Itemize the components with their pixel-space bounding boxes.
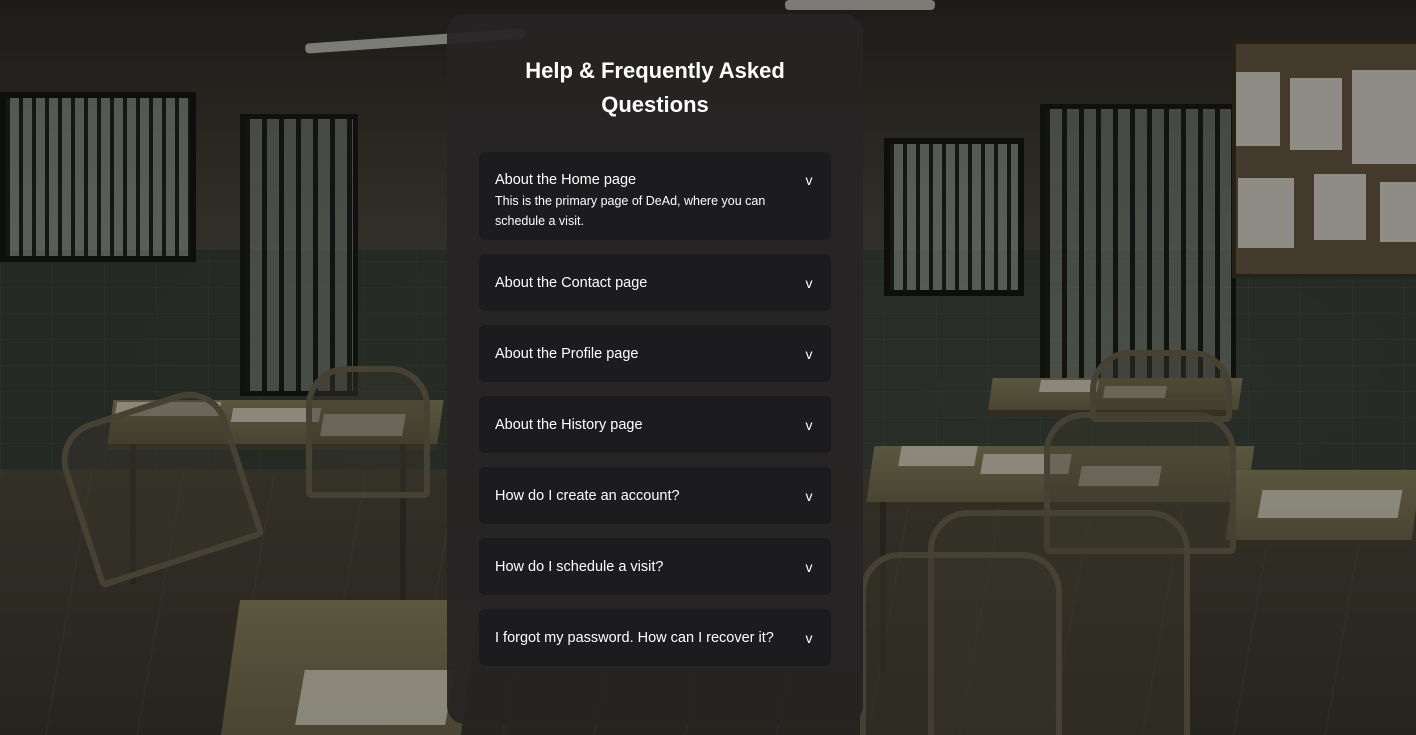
- chevron-down-icon: v: [805, 274, 813, 291]
- faq-item-history: About the History page v: [479, 396, 831, 453]
- faq-question: How do I schedule a visit?: [495, 558, 664, 575]
- faq-question: About the Contact page: [495, 274, 648, 291]
- faq-toggle-contact[interactable]: About the Contact page v: [495, 254, 815, 311]
- chevron-down-icon: v: [805, 345, 813, 362]
- faq-list: About the Home page v This is the primar…: [479, 152, 831, 666]
- chevron-down-icon: v: [805, 629, 813, 646]
- page-title: Help & Frequently Asked Questions: [525, 58, 785, 117]
- chevron-down-icon: v: [805, 487, 813, 504]
- faq-toggle-forgot-password[interactable]: I forgot my password. How can I recover …: [495, 609, 815, 666]
- faq-toggle-profile[interactable]: About the Profile page v: [495, 325, 815, 382]
- faq-item-contact: About the Contact page v: [479, 254, 831, 311]
- chevron-down-icon: v: [805, 416, 813, 433]
- chevron-down-icon: v: [805, 558, 813, 575]
- faq-question: About the History page: [495, 416, 643, 433]
- faq-item-create-account: How do I create an account? v: [479, 467, 831, 524]
- faq-panel: Help & Frequently Asked Questions About …: [447, 14, 863, 724]
- faq-toggle-schedule-visit[interactable]: How do I schedule a visit? v: [495, 538, 815, 595]
- faq-item-forgot-password: I forgot my password. How can I recover …: [479, 609, 831, 666]
- faq-item-profile: About the Profile page v: [479, 325, 831, 382]
- faq-question: How do I create an account?: [495, 487, 680, 504]
- faq-question: I forgot my password. How can I recover …: [495, 629, 774, 646]
- faq-question: About the Profile page: [495, 345, 639, 362]
- faq-question: About the Home page: [495, 172, 637, 188]
- faq-toggle-history[interactable]: About the History page v: [495, 396, 815, 453]
- faq-item-home: About the Home page v This is the primar…: [479, 152, 831, 240]
- faq-item-schedule-visit: How do I schedule a visit? v: [479, 538, 831, 595]
- faq-toggle-create-account[interactable]: How do I create an account? v: [495, 467, 815, 524]
- faq-answer: This is the primary page of DeAd, where …: [495, 194, 766, 228]
- chevron-down-icon: v: [805, 172, 813, 188]
